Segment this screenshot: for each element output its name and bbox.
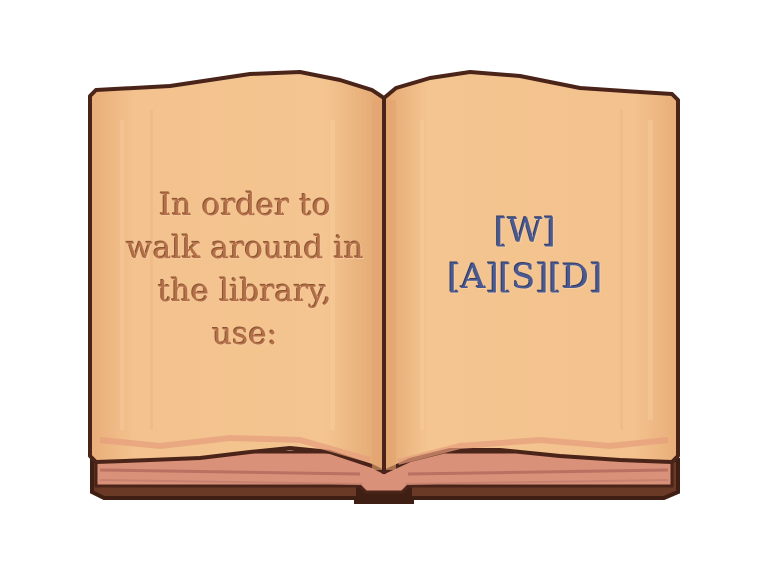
instruction-line-2: walk around in xyxy=(126,230,364,266)
book-instruction-screen: In order to walk around in the library, … xyxy=(0,0,768,576)
instruction-line-3: the library, xyxy=(157,273,333,309)
instruction-line-4: use: xyxy=(212,316,278,352)
key-w-label: [W] xyxy=(494,211,556,251)
keys-asd-label: [A][S][D] xyxy=(447,257,603,297)
left-page-instruction: In order to walk around in the library, … xyxy=(110,184,380,356)
right-page-controls: [W] [A][S][D] xyxy=(400,208,650,300)
instruction-line-1: In order to xyxy=(159,187,331,223)
